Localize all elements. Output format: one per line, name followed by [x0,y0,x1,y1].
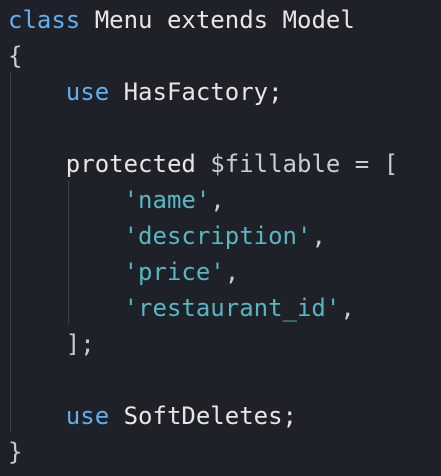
code-token: = [ [340,150,399,178]
code-line[interactable]: 'name', [8,182,225,218]
code-token: , [311,222,326,250]
code-line[interactable]: use HasFactory; [8,74,283,110]
code-line[interactable]: ]; [8,326,95,362]
code-editor[interactable]: class Menu extends Model { use HasFactory… [0,0,441,476]
code-token: } [8,438,23,466]
code-token: 'price' [123,258,225,286]
code-token: HasFactory; [109,78,283,106]
code-line[interactable]: protected $fillable = [ [8,146,398,182]
code-token: , [210,186,225,214]
code-line[interactable]: { [8,38,22,74]
code-token: 'description' [123,222,312,250]
code-token: ]; [8,330,95,358]
code-line[interactable]: 'price', [8,254,240,290]
code-token: 'restaurant_id' [123,294,341,322]
code-token: , [340,294,355,322]
code-token: { [8,42,23,70]
code-token: protected [8,150,211,178]
code-token: use [65,402,110,430]
code-token: use [65,78,110,106]
code-token: , [224,258,240,286]
code-token: $fillable [210,150,341,178]
code-token: SoftDeletes; [109,402,297,430]
code-line[interactable]: use SoftDeletes; [8,398,297,434]
code-token: 'name' [123,186,211,214]
code-token: Model [268,6,355,34]
code-line[interactable]: 'restaurant_id', [8,290,355,326]
code-token: class [8,6,81,34]
code-line[interactable]: } [8,434,22,470]
code-line[interactable]: class Menu extends Model [8,2,355,38]
code-token: Menu [80,6,167,34]
code-token: extends [166,6,269,34]
code-line[interactable]: 'description', [8,218,326,254]
